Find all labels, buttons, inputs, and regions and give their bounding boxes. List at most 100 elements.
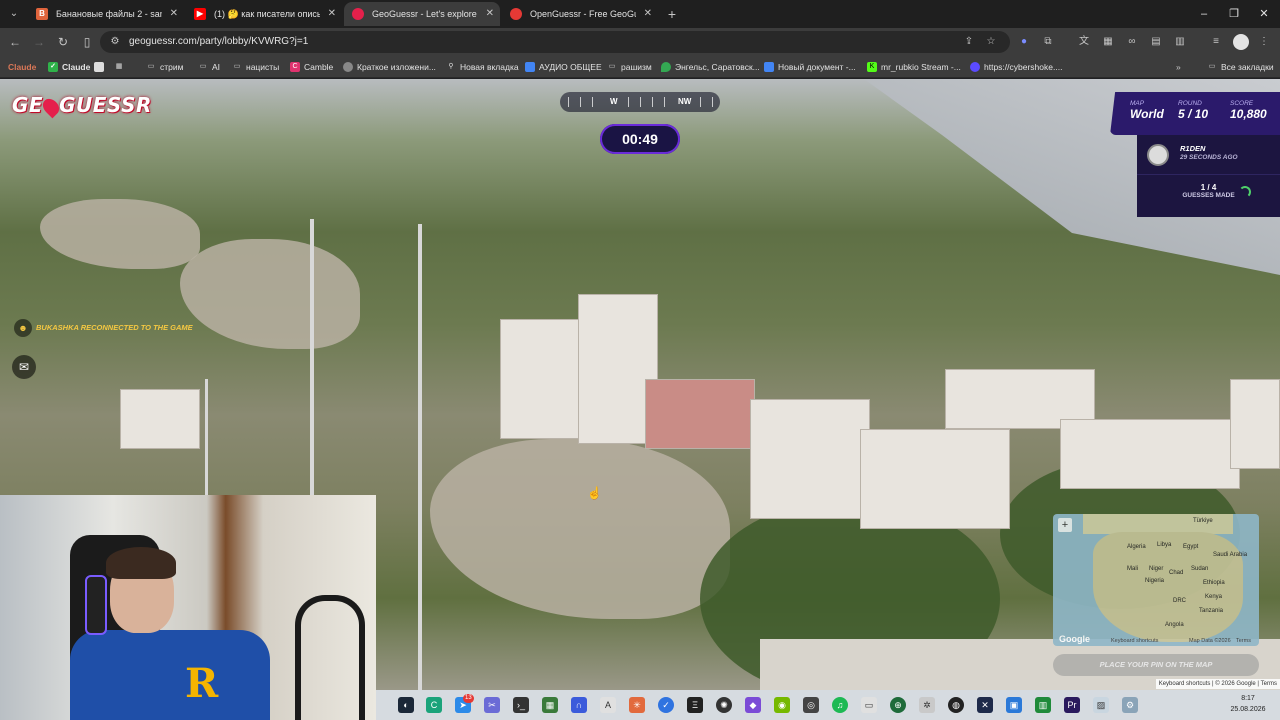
zoom-in-button[interactable]: +: [1058, 518, 1072, 532]
steam-icon[interactable]: ◐: [398, 697, 414, 713]
tab-0[interactable]: B Банановые файлы 2 - sansgot ✕: [28, 2, 184, 26]
link-icon[interactable]: ∞: [1124, 34, 1140, 50]
address-bar[interactable]: ⚙ geoguessr.com/party/lobby/KVWRG?j=1 ⇪ …: [100, 31, 1010, 53]
premiere-icon[interactable]: Pr: [1064, 697, 1080, 713]
chrome-icon[interactable]: ◍: [948, 697, 964, 713]
docs-icon: [764, 62, 774, 72]
bookmark-item[interactable]: АУДИО ОБЩЕЕ: [525, 59, 602, 75]
app-icon[interactable]: C: [426, 697, 442, 713]
vpn-icon[interactable]: ✕: [977, 697, 993, 713]
tab-search-button[interactable]: ⌄: [4, 6, 24, 22]
site-info-icon[interactable]: ⚙: [108, 35, 122, 49]
bookmark-folder[interactable]: ▭ стрим: [146, 59, 184, 75]
check-icon[interactable]: ✓: [658, 697, 674, 713]
guess-minimap[interactable]: Türkiye Algeria Libya Egypt Saudi Arabia…: [1053, 514, 1259, 646]
tab-title: Банановые файлы 2 - sansgot: [56, 9, 162, 19]
minecraft-icon[interactable]: ▦: [542, 697, 558, 713]
restore-icon[interactable]: ❐: [1224, 4, 1244, 24]
calendar-icon[interactable]: ▤: [1148, 34, 1164, 50]
install-icon[interactable]: ⇪: [962, 35, 976, 49]
bookmark-label: Новый документ -...: [778, 62, 856, 72]
player-panel: R1DEN 29 SECONDS AGO 1 / 4 GUESSES MADE: [1137, 135, 1280, 217]
bookmark-folder[interactable]: ▭ AI: [198, 59, 220, 75]
bookmark-item[interactable]: Новый документ -...: [764, 59, 856, 75]
bookmark-item[interactable]: C Camble: [290, 59, 333, 75]
font-icon[interactable]: A: [600, 697, 616, 713]
chat-button[interactable]: ✉: [12, 355, 36, 379]
stat-label: SCORE: [1230, 100, 1254, 107]
geoguessr-logo[interactable]: GE GUESSR: [12, 93, 152, 118]
xbox-icon[interactable]: ⊕: [890, 697, 906, 713]
bookmark-item[interactable]: ▦: [114, 59, 128, 75]
all-bookmarks[interactable]: ▭ Все закладки: [1207, 59, 1274, 75]
tab-1[interactable]: ▶ (1) 🤔 как писатели описыва ✕: [186, 2, 342, 26]
url-text[interactable]: geoguessr.com/party/lobby/KVWRG?j=1: [129, 31, 308, 53]
obsidian-icon[interactable]: ◆: [745, 697, 761, 713]
guesses-made: 1 / 4 GUESSES MADE: [1137, 183, 1280, 199]
settings-icon[interactable]: ⚙: [1122, 697, 1138, 713]
close-icon[interactable]: ✕: [644, 2, 652, 26]
map-land: [1083, 514, 1233, 534]
system-clock[interactable]: 8:17 25.08.2026: [1218, 693, 1278, 715]
snip-icon[interactable]: ✂: [484, 697, 500, 713]
profile-avatar[interactable]: [1233, 34, 1249, 50]
store-icon[interactable]: ▣: [1006, 697, 1022, 713]
terms-link[interactable]: Terms: [1261, 681, 1277, 687]
back-icon[interactable]: ←: [6, 33, 24, 51]
building: [860, 429, 1010, 529]
obs-icon[interactable]: ◎: [803, 697, 819, 713]
bookmark-item[interactable]: https://cybershoke....: [970, 59, 1062, 75]
media-icon[interactable]: ≡: [1208, 34, 1224, 50]
menu-icon[interactable]: ⋮: [1256, 34, 1272, 50]
close-icon[interactable]: ✕: [486, 2, 494, 26]
map-label: Sudan: [1191, 566, 1209, 572]
bookmark-item[interactable]: Энгельс, Саратовск...: [661, 59, 760, 75]
excel-icon[interactable]: ▥: [1035, 697, 1051, 713]
bookmark-item[interactable]: Claude: [8, 59, 36, 75]
bookmark-folder[interactable]: ▭ рашизм: [607, 59, 652, 75]
bookmark-folder[interactable]: ▭ нацисты: [232, 59, 280, 75]
window-close-icon[interactable]: ✕: [1254, 4, 1274, 24]
geoguessr-icon: [352, 8, 364, 20]
forward-icon[interactable]: →: [30, 33, 48, 51]
close-icon[interactable]: ✕: [328, 2, 336, 26]
new-tab-button[interactable]: +: [664, 4, 680, 24]
extension-icon[interactable]: ●: [1016, 34, 1032, 50]
map-label: Angola: [1165, 622, 1184, 628]
more-bookmarks-icon[interactable]: »: [1176, 59, 1181, 75]
folder-icon[interactable]: ▭: [861, 697, 877, 713]
place-pin-button[interactable]: PLACE YOUR PIN ON THE MAP: [1053, 654, 1259, 676]
side-panel-icon[interactable]: ▯: [78, 33, 96, 51]
nvidia-icon[interactable]: ◉: [774, 697, 790, 713]
bookmark-star-icon[interactable]: ☆: [984, 35, 998, 49]
map-label: Kenya: [1205, 594, 1223, 600]
spotify-icon[interactable]: ♫: [832, 697, 848, 713]
bookmark-item[interactable]: [94, 59, 108, 75]
reading-list-icon[interactable]: ▥: [1172, 34, 1188, 50]
epic-icon[interactable]: Ξ: [687, 697, 703, 713]
streamer-jacket: [70, 630, 270, 720]
terms-link[interactable]: Terms: [1236, 638, 1251, 644]
openai-icon[interactable]: ✺: [716, 697, 732, 713]
close-icon[interactable]: ✕: [170, 2, 178, 26]
translate-icon[interactable]: 文: [1076, 34, 1092, 50]
grid-icon[interactable]: ▦: [1100, 34, 1116, 50]
arc-icon[interactable]: ∩: [571, 697, 587, 713]
claude-icon[interactable]: ✳: [629, 697, 645, 713]
bookmark-item[interactable]: Краткое изложени...: [343, 59, 436, 75]
settings-gear-icon[interactable]: ✲: [919, 697, 935, 713]
bookmark-item[interactable]: Kmr_rubkio Stream -...: [867, 59, 961, 75]
bookmark-item[interactable]: ⚲ Новая вкладка: [446, 59, 518, 75]
terminal-icon[interactable]: ›_: [513, 697, 529, 713]
map-label: Türkiye: [1193, 518, 1213, 524]
keyboard-shortcuts-link[interactable]: Keyboard shortcuts: [1159, 681, 1211, 687]
tab-2-active[interactable]: GeoGuessr - Let's explore the w ✕: [344, 2, 500, 26]
bookmark-item[interactable]: ✓ Claude: [48, 59, 90, 75]
compass-tick: [568, 97, 569, 107]
tab-3[interactable]: OpenGuessr - Free GeoGuessr A ✕: [502, 2, 658, 26]
photos-icon[interactable]: ▨: [1093, 697, 1109, 713]
reload-icon[interactable]: ↻: [54, 33, 72, 51]
minimize-icon[interactable]: –: [1194, 4, 1214, 24]
keyboard-shortcuts-link[interactable]: Keyboard shortcuts: [1111, 638, 1158, 644]
extensions-puzzle-icon[interactable]: ⧉: [1040, 34, 1056, 50]
